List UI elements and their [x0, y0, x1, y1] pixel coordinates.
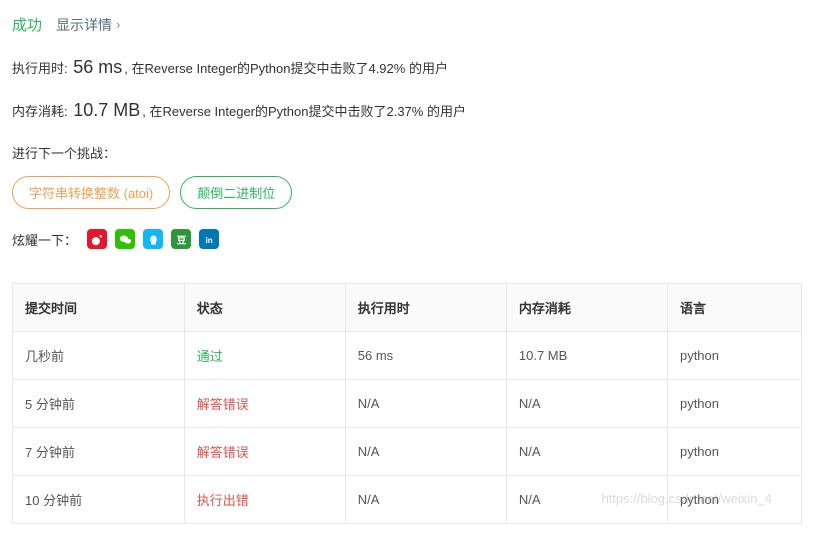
weibo-icon[interactable] — [87, 229, 107, 249]
cell-memory: N/A — [506, 428, 667, 476]
runtime-line: 执行用时: 56 ms, 在Reverse Integer的Python提交中击… — [12, 57, 802, 78]
cell-memory: 10.7 MB — [506, 332, 667, 380]
show-details-text: 显示详情 — [56, 15, 112, 35]
show-details-link[interactable]: 显示详情 › — [56, 15, 120, 35]
svg-text:in: in — [205, 235, 212, 244]
next-challenge-label: 进行下一个挑战： — [12, 143, 802, 162]
chevron-right-icon: › — [116, 17, 120, 32]
th-status: 状态 — [184, 284, 345, 332]
memory-value: 10.7 MB — [73, 100, 140, 120]
cell-memory: N/A — [506, 476, 667, 524]
table-row: 10 分钟前执行出错N/AN/Apython — [13, 476, 802, 524]
share-icons: 豆 in — [87, 229, 219, 249]
cell-status[interactable]: 解答错误 — [184, 380, 345, 428]
runtime-value: 56 ms — [73, 57, 122, 77]
cell-lang: python — [667, 428, 801, 476]
share-label: 炫耀一下： — [12, 230, 77, 249]
cell-lang: python — [667, 380, 801, 428]
cell-status[interactable]: 解答错误 — [184, 428, 345, 476]
qq-icon[interactable] — [143, 229, 163, 249]
douban-icon[interactable]: 豆 — [171, 229, 191, 249]
cell-time: 10 分钟前 — [13, 476, 185, 524]
runtime-suffix: , 在Reverse Integer的Python提交中击败了4.92% 的用户 — [124, 61, 448, 76]
cell-runtime: N/A — [345, 428, 506, 476]
memory-label: 内存消耗: — [12, 104, 68, 119]
linkedin-icon[interactable]: in — [199, 229, 219, 249]
table-row: 几秒前通过56 ms10.7 MBpython — [13, 332, 802, 380]
th-runtime: 执行用时 — [345, 284, 506, 332]
cell-time: 7 分钟前 — [13, 428, 185, 476]
cell-lang: python — [667, 332, 801, 380]
memory-line: 内存消耗: 10.7 MB, 在Reverse Integer的Python提交… — [12, 100, 802, 121]
submissions-table: 提交时间 状态 执行用时 内存消耗 语言 几秒前通过56 ms10.7 MBpy… — [12, 283, 802, 524]
cell-runtime: N/A — [345, 380, 506, 428]
memory-suffix: , 在Reverse Integer的Python提交中击败了2.37% 的用户 — [142, 104, 466, 119]
cell-runtime: 56 ms — [345, 332, 506, 380]
svg-text:豆: 豆 — [176, 234, 186, 245]
cell-time: 5 分钟前 — [13, 380, 185, 428]
cell-lang: python — [667, 476, 801, 524]
cell-memory: N/A — [506, 380, 667, 428]
status-success: 成功 — [12, 14, 42, 35]
runtime-label: 执行用时: — [12, 61, 68, 76]
cell-time: 几秒前 — [13, 332, 185, 380]
cell-status[interactable]: 通过 — [184, 332, 345, 380]
th-memory: 内存消耗 — [506, 284, 667, 332]
cell-runtime: N/A — [345, 476, 506, 524]
table-row: 7 分钟前解答错误N/AN/Apython — [13, 428, 802, 476]
table-row: 5 分钟前解答错误N/AN/Apython — [13, 380, 802, 428]
challenge-reverse-bits-button[interactable]: 颠倒二进制位 — [180, 176, 292, 209]
wechat-icon[interactable] — [115, 229, 135, 249]
cell-status[interactable]: 执行出错 — [184, 476, 345, 524]
th-lang: 语言 — [667, 284, 801, 332]
th-time: 提交时间 — [13, 284, 185, 332]
challenge-atoi-button[interactable]: 字符串转换整数 (atoi) — [12, 176, 170, 209]
